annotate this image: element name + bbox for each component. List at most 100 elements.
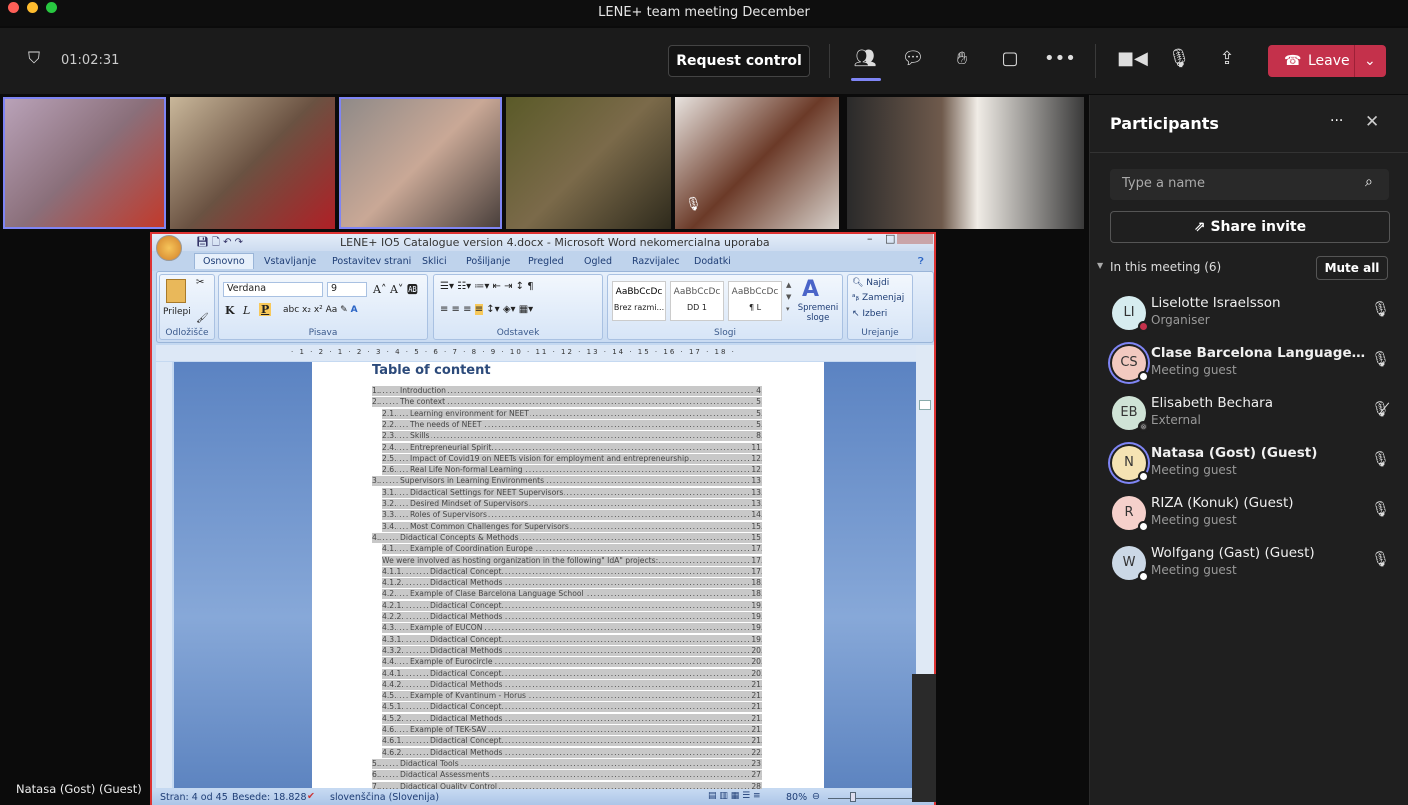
help-icon[interactable]: ❓︎ bbox=[918, 256, 924, 267]
toc-entry[interactable]: ........................................… bbox=[382, 499, 762, 509]
microphone-icon[interactable]: 🎙︎ bbox=[1371, 500, 1390, 518]
align-icons[interactable]: ≡ ≡ ≡ ≡ ↕▾ ◈▾ ▦▾ bbox=[440, 304, 533, 315]
participant-row[interactable]: R RIZA (Konuk) (Guest) Meeting guest 🎙︎ bbox=[1090, 490, 1408, 540]
participant-row[interactable]: N Natasa (Gost) (Guest) Meeting guest 🎙︎ bbox=[1090, 440, 1408, 490]
italic-button[interactable]: L bbox=[243, 304, 250, 317]
mic-off-icon[interactable]: 🎙︎̸ bbox=[1371, 400, 1390, 418]
replace-button[interactable]: ᵃᵦ Zamenjaj bbox=[852, 293, 904, 303]
toc-entry[interactable]: ........................................… bbox=[372, 476, 762, 487]
toc-entry[interactable]: ........................................… bbox=[382, 612, 762, 622]
video-tile[interactable] bbox=[506, 97, 671, 229]
video-tile[interactable] bbox=[3, 97, 166, 229]
close-word-button[interactable] bbox=[897, 234, 933, 244]
underline-button[interactable]: P bbox=[259, 303, 272, 316]
more-options-icon[interactable]: ••• bbox=[1044, 48, 1076, 69]
bold-button[interactable]: K bbox=[225, 304, 235, 317]
tab-postavitev-strani[interactable]: Postavitev strani bbox=[332, 256, 411, 267]
toc-entry[interactable]: ........................................… bbox=[382, 645, 762, 656]
proofing-icon[interactable]: ✔︎ bbox=[307, 791, 315, 802]
tab-osnovno[interactable]: Osnovno bbox=[194, 253, 254, 269]
microphone-icon[interactable]: 🎙︎ bbox=[1371, 350, 1390, 368]
zoom-level[interactable]: 80% bbox=[786, 792, 807, 803]
maximize-icon[interactable]: □ bbox=[885, 234, 895, 245]
style-tile[interactable]: AaBbCcDc DD 1 bbox=[670, 281, 724, 321]
mute-all-button[interactable]: Mute all bbox=[1316, 256, 1388, 280]
scroll-thumb[interactable] bbox=[919, 400, 931, 410]
change-styles-button[interactable]: Spremeni sloge bbox=[796, 303, 840, 323]
language-indicator[interactable]: slovenščina (Slovenija) bbox=[330, 792, 439, 803]
style-tile[interactable]: AaBbCcDc ¶ L bbox=[728, 281, 782, 321]
toc-entry[interactable]: ........................................… bbox=[382, 691, 762, 702]
zoom-out-icon[interactable]: ⊖ bbox=[812, 791, 820, 802]
participants-icon[interactable]: 👥︎ bbox=[851, 48, 879, 69]
video-tile[interactable] bbox=[170, 97, 335, 229]
toc-entry[interactable]: ........................................… bbox=[382, 702, 762, 713]
participant-row[interactable]: LI Liselotte Israelsson Organiser 🎙︎ bbox=[1090, 290, 1408, 340]
close-window-button[interactable] bbox=[8, 2, 19, 13]
toc-entry[interactable]: ........................................… bbox=[382, 408, 762, 419]
tab-vstavljanje[interactable]: Vstavljanje bbox=[264, 256, 316, 267]
toc-entry[interactable]: ........................................… bbox=[382, 578, 762, 589]
toc-entry[interactable]: ........................................… bbox=[382, 419, 762, 430]
minimize-window-button[interactable] bbox=[27, 2, 38, 13]
participant-row[interactable]: EB ⊗ Elisabeth Bechara External 🎙︎̸ bbox=[1090, 390, 1408, 440]
microphone-icon[interactable]: 🎙︎ bbox=[1371, 450, 1390, 468]
microphone-icon[interactable]: 🎙︎ bbox=[1371, 550, 1390, 568]
toc-entry[interactable]: ........................................… bbox=[382, 623, 762, 634]
vertical-ruler[interactable] bbox=[156, 362, 172, 788]
grow-shrink-font-icons[interactable]: A˄ A˅ 🆎︎ bbox=[373, 281, 418, 297]
tab-razvijalec[interactable]: Razvijalec bbox=[632, 256, 680, 267]
leave-options-chevron-icon[interactable]: ⌄ bbox=[1364, 45, 1376, 77]
video-tile[interactable] bbox=[339, 97, 502, 229]
cut-icon[interactable]: ✂ bbox=[196, 277, 204, 288]
toc-entry[interactable]: ........................................… bbox=[372, 758, 762, 769]
page-count[interactable]: Stran: 4 od 45 bbox=[160, 792, 228, 803]
word-count[interactable]: Besede: 18.828 bbox=[232, 792, 307, 803]
quick-access-icons[interactable]: 💾︎ 🗋 ↶ ↷ bbox=[196, 235, 243, 252]
toc-entry[interactable]: ........................................… bbox=[382, 668, 762, 679]
tab-pregled[interactable]: Pregled bbox=[528, 256, 564, 267]
toc-entry[interactable]: ........................................… bbox=[382, 589, 762, 600]
section-heading[interactable]: In this meeting (6) bbox=[1110, 260, 1221, 274]
search-input[interactable]: Type a name ⌕ bbox=[1110, 169, 1389, 200]
font-size-select[interactable]: 9 bbox=[327, 282, 367, 297]
request-control-button[interactable]: Request control bbox=[668, 45, 810, 77]
toc-entry[interactable]: ........................................… bbox=[382, 679, 762, 690]
zoom-slider-thumb[interactable] bbox=[850, 792, 856, 802]
camera-icon[interactable]: ■◀︎ bbox=[1117, 48, 1148, 69]
view-layout-icon[interactable]: ▢ bbox=[996, 48, 1024, 69]
toc-entry[interactable]: ........................................… bbox=[382, 736, 762, 747]
tab-sklici[interactable]: Sklici bbox=[422, 256, 447, 267]
toc-entry[interactable]: ........................................… bbox=[382, 747, 762, 758]
raise-hand-icon[interactable]: ✋︎ bbox=[948, 48, 976, 69]
toc-entry[interactable]: ........................................… bbox=[382, 442, 762, 453]
toc-entry[interactable]: ........................................… bbox=[382, 465, 762, 476]
toc-entry[interactable]: ........................................… bbox=[382, 657, 762, 668]
format-painter-icon[interactable]: 🖌︎ bbox=[196, 313, 209, 324]
minimize-icon[interactable]: – bbox=[867, 234, 873, 245]
view-buttons[interactable]: ▤ ▥ ▦ ☰ ≡ bbox=[708, 791, 761, 801]
select-button[interactable]: ↖ Izberi bbox=[852, 309, 887, 319]
share-screen-icon[interactable]: ⇪ bbox=[1213, 48, 1241, 69]
style-tile[interactable]: AaBbCcDc Brez razmi... bbox=[612, 281, 666, 321]
tab-posiljanje[interactable]: Pošiljanje bbox=[466, 256, 510, 267]
tab-ogled[interactable]: Ogled bbox=[584, 256, 612, 267]
styles-scroll[interactable]: ▲ ▼ ▾ bbox=[786, 279, 791, 315]
document-page[interactable]: Table of content .......................… bbox=[312, 362, 824, 792]
toc-entry[interactable]: ........................................… bbox=[382, 566, 762, 577]
toc-entry[interactable]: ........................................… bbox=[382, 510, 762, 521]
toc-entry[interactable]: ........................................… bbox=[372, 397, 762, 408]
leave-button[interactable]: ☎︎ Leave ⌄ bbox=[1268, 45, 1386, 77]
participant-row[interactable]: CSClase Barcelona Language School Meeting… bbox=[1090, 340, 1408, 390]
more-options-icon[interactable]: ··· bbox=[1330, 113, 1343, 129]
tab-dodatki[interactable]: Dodatki bbox=[694, 256, 731, 267]
zoom-slider[interactable] bbox=[828, 798, 912, 799]
toc-entry[interactable]: ........................................… bbox=[382, 555, 762, 566]
microphone-icon[interactable]: 🎙︎ bbox=[1371, 300, 1390, 318]
video-tile[interactable]: 🎙︎ bbox=[675, 97, 839, 229]
chat-icon[interactable]: 💬︎ bbox=[899, 48, 927, 69]
toc-entry[interactable]: ........................................… bbox=[382, 544, 762, 555]
find-button[interactable]: 🔍︎ Najdi bbox=[852, 278, 889, 288]
share-invite-button[interactable]: ⇗ Share invite bbox=[1110, 211, 1390, 243]
toc-entry[interactable]: ........................................… bbox=[382, 431, 762, 442]
